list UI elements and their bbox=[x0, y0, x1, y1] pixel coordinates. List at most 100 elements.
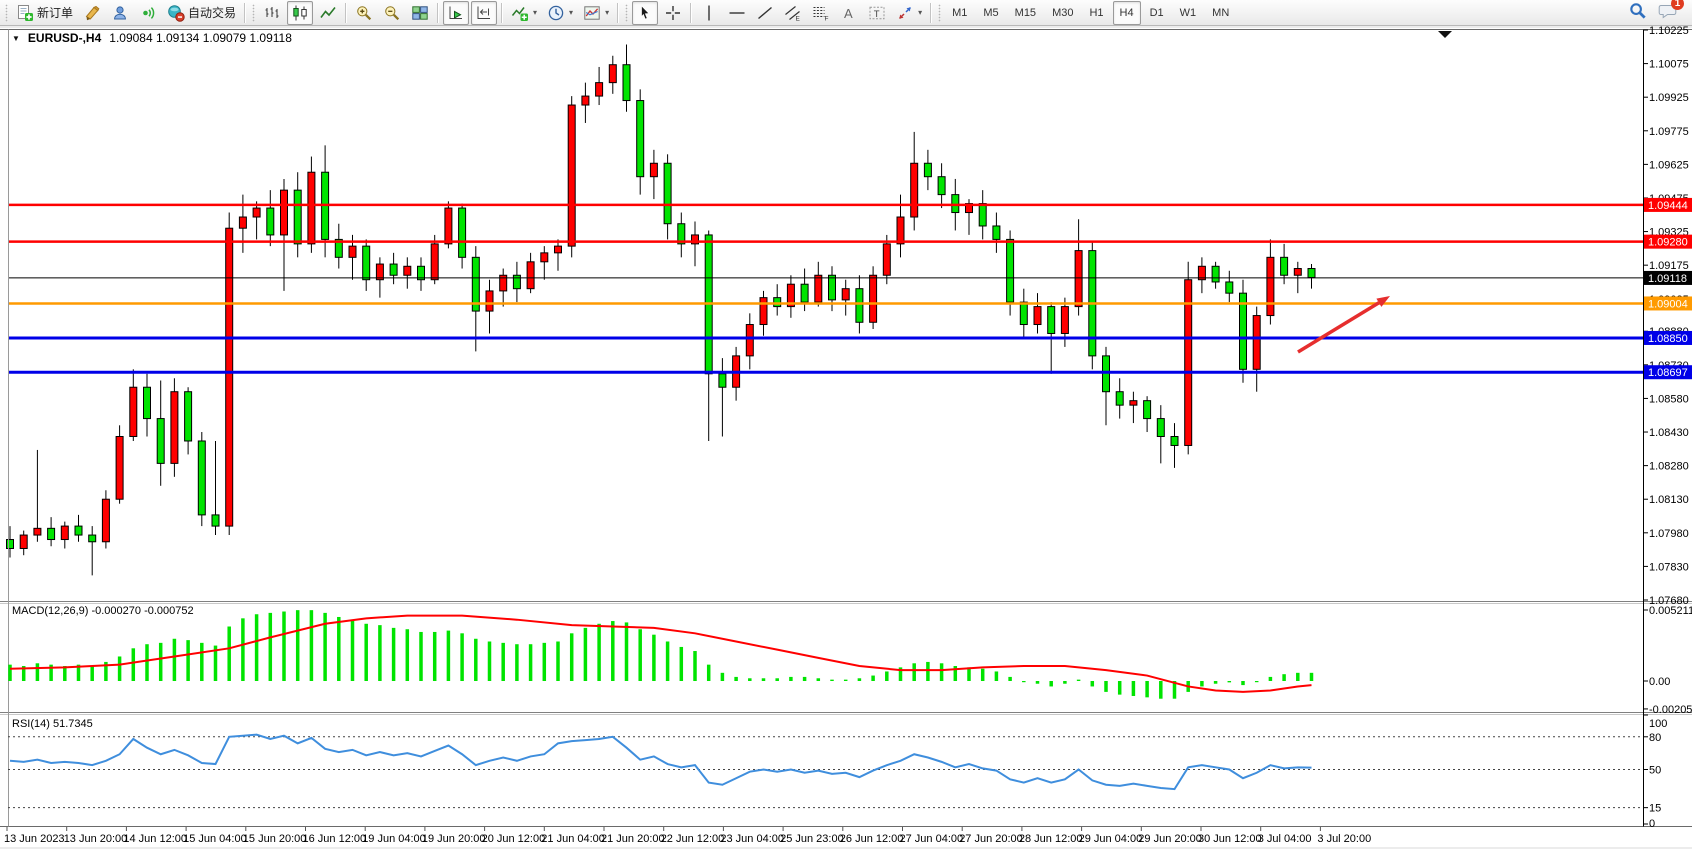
candle bbox=[979, 204, 986, 226]
rsi-axis-label: 80 bbox=[1649, 732, 1661, 744]
macd-histogram-bar bbox=[1077, 680, 1081, 681]
macd-histogram-bar bbox=[871, 676, 875, 681]
candle bbox=[637, 101, 644, 177]
macd-histogram-bar bbox=[269, 613, 273, 681]
macd-histogram-bar bbox=[584, 628, 588, 681]
candle bbox=[760, 298, 767, 325]
candle bbox=[431, 244, 438, 280]
candle bbox=[1130, 401, 1137, 405]
macd-axis-label: 0.00 bbox=[1649, 676, 1670, 688]
time-tick-label: 27 Jun 20:00 bbox=[959, 833, 1023, 845]
macd-histogram-bar bbox=[1118, 681, 1122, 695]
chart-canvas[interactable]: 1.102251.100751.099251.097751.096251.094… bbox=[0, 0, 1692, 849]
candle bbox=[1281, 257, 1288, 275]
candle bbox=[870, 275, 877, 322]
macd-histogram-bar bbox=[296, 610, 300, 681]
time-tick-label: 14 Jun 12:00 bbox=[123, 833, 187, 845]
price-tick-label: 1.09775 bbox=[1649, 126, 1689, 138]
macd-histogram-bar bbox=[912, 663, 916, 681]
macd-histogram-bar bbox=[858, 678, 862, 681]
time-tick-label: 19 Jun 20:00 bbox=[422, 833, 486, 845]
candle bbox=[527, 262, 534, 289]
macd-histogram-bar bbox=[173, 639, 177, 681]
macd-histogram-bar bbox=[1296, 673, 1300, 681]
macd-histogram-bar bbox=[652, 635, 656, 681]
rsi-axis-label: 50 bbox=[1649, 765, 1661, 777]
price-tick-label: 1.10225 bbox=[1649, 25, 1689, 37]
candle bbox=[842, 289, 849, 300]
price-tick-label: 1.08430 bbox=[1649, 427, 1689, 439]
time-tick-label: 3 Jul 20:00 bbox=[1317, 833, 1371, 845]
time-tick-label: 3 Jul 04:00 bbox=[1258, 833, 1312, 845]
macd-histogram-bar bbox=[570, 633, 574, 681]
candle bbox=[1116, 392, 1123, 405]
rsi-axis-label: 0 bbox=[1649, 818, 1655, 830]
candle bbox=[253, 208, 260, 217]
time-tick-label: 23 Jun 04:00 bbox=[720, 833, 784, 845]
candle bbox=[582, 96, 589, 105]
macd-histogram-bar bbox=[830, 680, 834, 681]
candle bbox=[911, 163, 918, 217]
macd-histogram-bar bbox=[611, 621, 615, 681]
macd-histogram-bar bbox=[1255, 681, 1259, 682]
time-tick-label: 13 Jun 20:00 bbox=[64, 833, 128, 845]
svg-text:1.09444: 1.09444 bbox=[1648, 200, 1688, 212]
candle bbox=[1226, 282, 1233, 293]
macd-histogram-bar bbox=[995, 671, 999, 681]
macd-axis-label: -0.00205 bbox=[1649, 704, 1692, 716]
time-tick-label: 15 Jun 04:00 bbox=[183, 833, 247, 845]
macd-histogram-bar bbox=[543, 643, 547, 681]
candle bbox=[774, 298, 781, 307]
candle bbox=[650, 163, 657, 176]
macd-histogram-bar bbox=[1269, 677, 1273, 681]
macd-histogram-bar bbox=[8, 665, 12, 681]
candle bbox=[130, 387, 137, 436]
macd-histogram-bar bbox=[748, 678, 752, 681]
chart-background[interactable] bbox=[0, 28, 1692, 847]
candle bbox=[75, 526, 82, 535]
macd-histogram-bar bbox=[1228, 681, 1232, 682]
macd-histogram-bar bbox=[378, 625, 382, 681]
chart-symbol-title: ▼ EURUSD-,H4 1.09084 1.09134 1.09079 1.0… bbox=[12, 31, 292, 45]
macd-histogram-bar bbox=[940, 663, 944, 681]
macd-histogram-bar bbox=[200, 643, 204, 681]
candle bbox=[61, 526, 68, 539]
svg-text:1.08697: 1.08697 bbox=[1648, 367, 1688, 379]
time-tick-label: 22 Jun 12:00 bbox=[661, 833, 725, 845]
candle bbox=[1103, 356, 1110, 392]
macd-histogram-bar bbox=[406, 629, 410, 681]
macd-histogram-bar bbox=[1214, 681, 1218, 684]
price-tick-label: 1.10075 bbox=[1649, 59, 1689, 71]
macd-histogram-bar bbox=[460, 633, 464, 681]
macd-histogram-bar bbox=[789, 677, 793, 681]
macd-histogram-bar bbox=[967, 667, 971, 681]
price-tick-label: 1.07830 bbox=[1649, 561, 1689, 573]
candle bbox=[897, 217, 904, 244]
candle bbox=[1157, 419, 1164, 437]
macd-histogram-bar bbox=[885, 671, 889, 681]
candle bbox=[829, 275, 836, 300]
candle bbox=[513, 275, 520, 288]
candle bbox=[1075, 251, 1082, 307]
candle bbox=[116, 437, 123, 500]
macd-histogram-bar bbox=[433, 632, 437, 681]
candle bbox=[555, 246, 562, 253]
candle bbox=[1034, 307, 1041, 325]
macd-histogram-bar bbox=[693, 651, 697, 681]
candle bbox=[1007, 239, 1014, 302]
candle bbox=[856, 289, 863, 323]
price-label-chip: 1.09118 bbox=[1644, 271, 1692, 285]
macd-histogram-bar bbox=[337, 617, 341, 681]
macd-histogram-bar bbox=[474, 639, 478, 681]
macd-histogram-bar bbox=[666, 641, 670, 681]
one-click-expand-icon[interactable]: ▼ bbox=[12, 34, 20, 43]
macd-histogram-bar bbox=[132, 648, 136, 681]
candle bbox=[1294, 269, 1301, 276]
candle bbox=[376, 264, 383, 280]
time-tick-label: 21 Jun 04:00 bbox=[541, 833, 605, 845]
candle bbox=[746, 325, 753, 356]
price-label-chip: 1.09004 bbox=[1644, 296, 1692, 310]
macd-histogram-bar bbox=[775, 678, 779, 681]
macd-histogram-bar bbox=[981, 669, 985, 681]
candle bbox=[623, 65, 630, 101]
